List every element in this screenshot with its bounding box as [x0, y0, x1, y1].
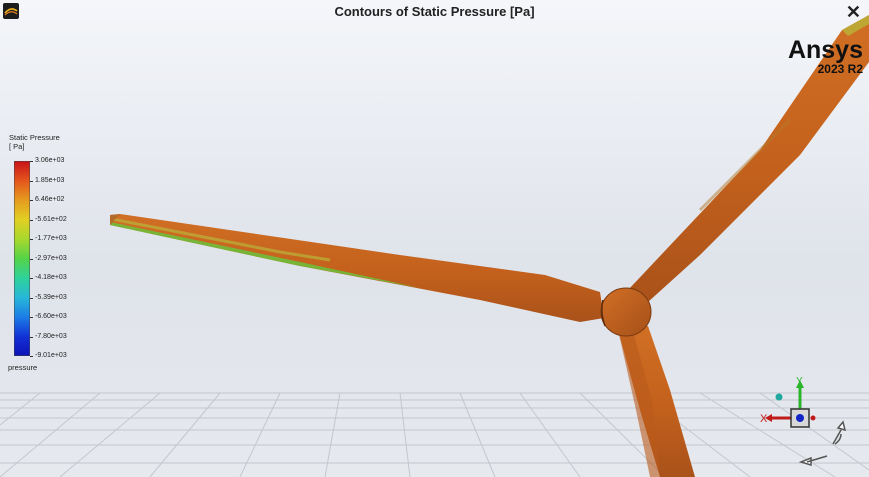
window-title: Contours of Static Pressure [Pa]	[334, 4, 535, 19]
legend-tick-mark	[30, 297, 33, 299]
legend-tick-mark	[30, 239, 33, 240]
legend-tick-label: -5.39e+03	[35, 293, 67, 301]
blade-left	[110, 214, 604, 322]
legend-tick-mark	[30, 161, 33, 162]
legend-tick-label: 1.85e+03	[35, 176, 65, 184]
legend-variable: pressure	[8, 363, 38, 372]
legend-tick-label: -1.77e+03	[35, 235, 67, 242]
legend-tick-label: -9.01e+03	[35, 352, 67, 359]
legend-tick-label: -2.97e+03	[35, 254, 67, 262]
legend-tick-label: 6.46e+02	[35, 196, 65, 203]
legend-tick-label: -4.18e+03	[35, 274, 67, 281]
legend-tick-label: 3.06e+03	[35, 157, 65, 164]
rotor-hub	[600, 287, 652, 337]
legend-tick-mark	[30, 356, 33, 357]
legend-title-line2: [ Pa]	[9, 142, 25, 151]
legend-tick-mark	[30, 219, 33, 221]
legend-tick-mark	[30, 258, 33, 260]
legend-title: Static Pressure [ Pa]	[9, 133, 60, 151]
legend-tick-label: -6.60e+03	[35, 313, 67, 320]
colorbar	[14, 161, 30, 356]
triad-sphere-icon	[775, 393, 783, 401]
ansys-brand: Ansys 2023 R2	[788, 36, 863, 76]
legend-tick-label: -5.61e+02	[35, 215, 67, 223]
floor-grid	[0, 392, 869, 477]
close-button[interactable]: ✕	[846, 2, 861, 22]
legend-tick-mark	[30, 200, 33, 201]
legend-tick-mark	[30, 317, 33, 318]
turbine-scene[interactable]	[0, 0, 869, 477]
x-axis-label: X	[760, 413, 768, 425]
y-axis-label: Y	[796, 376, 803, 387]
brand-name: Ansys	[787, 36, 863, 64]
legend-tick-label: -7.80e+03	[35, 332, 67, 340]
legend-title-line1: Static Pressure	[9, 133, 60, 142]
graphics-viewport[interactable]: Contours of Static Pressure [Pa] ✕ Ansys…	[0, 0, 869, 477]
title-bar: Contours of Static Pressure [Pa] ✕	[0, 0, 869, 24]
blade-lower	[618, 326, 695, 477]
legend-tick-mark	[30, 336, 33, 338]
legend-tick-mark	[30, 180, 33, 182]
rotate-left-icon[interactable]	[798, 455, 828, 467]
legend-tick-mark	[30, 278, 33, 279]
orientation-triad[interactable]: Y X	[755, 372, 855, 472]
